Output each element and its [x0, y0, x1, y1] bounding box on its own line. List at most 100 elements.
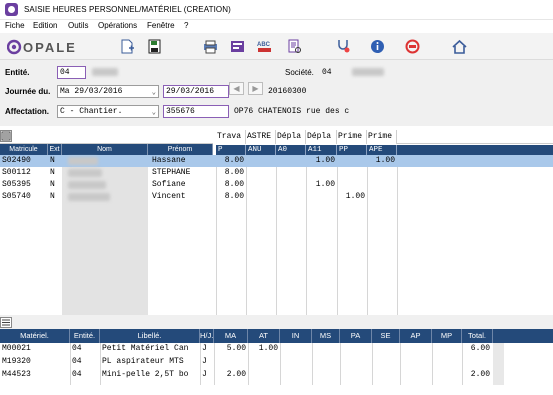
- societe-label: Société.: [285, 68, 314, 77]
- col-label-3[interactable]: Dépla: [276, 130, 306, 144]
- grid-line: [400, 343, 401, 385]
- header-form: Entité. 04 Société. 04 Journée du. Ma 29…: [0, 60, 553, 126]
- ext-cell: N: [50, 156, 55, 165]
- entite-field[interactable]: 04: [57, 66, 86, 79]
- save-icon[interactable]: [146, 38, 163, 55]
- journee-date-field[interactable]: 29/03/2016: [163, 85, 229, 98]
- material-col-3[interactable]: Libellé.: [100, 329, 200, 343]
- col-code-a11[interactable]: A11: [306, 145, 337, 155]
- menu-operations[interactable]: Opérations: [98, 21, 137, 30]
- grid-line: [280, 343, 281, 385]
- menu-fiche[interactable]: Fiche: [5, 21, 25, 30]
- journee-code: 20160300: [268, 87, 307, 96]
- ext-cell: N: [50, 192, 55, 201]
- activity-value-cell: 8.00: [224, 168, 244, 177]
- ext-cell: N: [50, 168, 55, 177]
- print-icon[interactable]: [202, 38, 219, 55]
- material-col-12[interactable]: MP: [432, 329, 462, 343]
- chevron-down-icon: ⌄: [151, 109, 156, 117]
- col-code-p[interactable]: P: [216, 145, 246, 155]
- activity-value-cell: 1.00: [315, 156, 335, 165]
- menu-edition[interactable]: Edition: [33, 21, 57, 30]
- materiel-cell: M00021: [2, 344, 31, 353]
- nom-redacted: [68, 169, 102, 177]
- matricule-cell: S00112: [2, 168, 31, 177]
- material-col-11[interactable]: AP: [400, 329, 432, 343]
- grid-line: [248, 343, 249, 385]
- material-col-13[interactable]: Total.: [462, 329, 493, 343]
- exit-icon[interactable]: [404, 38, 421, 55]
- col-code-ape[interactable]: APE: [367, 145, 397, 155]
- activity-value-cell: 1.00: [315, 180, 335, 189]
- document-search-icon[interactable]: [286, 38, 303, 55]
- grid-menu-icon[interactable]: [0, 130, 12, 142]
- affectation-description: OP76 CHATENOIS rue des c: [234, 107, 350, 116]
- material-col-5[interactable]: MA: [214, 329, 248, 343]
- entite-cell: 04: [72, 357, 82, 366]
- libelle-cell: Mini-pelle 2,5T bo: [102, 370, 189, 379]
- menu-outils[interactable]: Outils: [68, 21, 88, 30]
- grid-line: [214, 343, 215, 385]
- material-col-empty: [493, 329, 553, 343]
- affectation-label: Affectation.: [5, 107, 49, 116]
- col-label-5[interactable]: Prime: [337, 130, 367, 144]
- material-grid-menu-icon[interactable]: [0, 317, 12, 328]
- journee-select[interactable]: Ma 29/03/2016 ⌄: [57, 85, 159, 98]
- prenom-cell: Sofiane: [152, 180, 186, 189]
- col-label-2[interactable]: ASTRE: [246, 130, 276, 144]
- new-document-icon[interactable]: [119, 38, 136, 55]
- material-col-6[interactable]: AT: [248, 329, 280, 343]
- total-cell: 2.00: [470, 370, 490, 379]
- col-label-6[interactable]: Prime: [367, 130, 397, 144]
- grid-line: [312, 343, 313, 385]
- svg-text:ABC: ABC: [257, 42, 271, 48]
- hj-cell: J: [202, 370, 207, 379]
- grid-line: [462, 343, 463, 385]
- col-code-anu[interactable]: ANU: [246, 145, 276, 155]
- stethoscope-icon[interactable]: [335, 38, 352, 55]
- ma-cell: 5.00: [226, 344, 246, 353]
- material-col-9[interactable]: PA: [340, 329, 372, 343]
- affectation-code-field[interactable]: 355676: [163, 105, 229, 118]
- hj-cell: J: [202, 344, 207, 353]
- title-bar: SAISIE HEURES PERSONNEL/MATÉRIEL (CREATI…: [0, 0, 553, 20]
- card-list-icon[interactable]: [229, 38, 246, 55]
- activity-value-cell: 1.00: [345, 192, 365, 201]
- info-icon[interactable]: [369, 38, 386, 55]
- next-day-button[interactable]: ▶: [248, 82, 263, 95]
- grid-line: [340, 343, 341, 385]
- grid-line: [432, 343, 433, 385]
- col-code-pp[interactable]: PP: [337, 145, 367, 155]
- col-label-4[interactable]: Dépla: [306, 130, 337, 144]
- abc-text-icon[interactable]: ABC: [256, 38, 273, 55]
- hj-cell: J: [202, 357, 207, 366]
- libelle-cell: PL aspirateur MTS: [102, 357, 184, 366]
- material-col-4[interactable]: H/J.: [200, 329, 214, 343]
- matricule-cell: S05740: [2, 192, 31, 201]
- matricule-cell: S02490: [2, 156, 31, 165]
- previous-day-button[interactable]: ◀: [229, 82, 244, 95]
- col-label-1[interactable]: Trava: [216, 130, 246, 144]
- col-code-a0[interactable]: A0: [276, 145, 306, 155]
- material-col-2[interactable]: Entité.: [70, 329, 100, 343]
- prenom-cell: Hassane: [152, 156, 186, 165]
- home-icon[interactable]: [451, 38, 468, 55]
- activity-value-cell: 8.00: [224, 156, 244, 165]
- menu-bar: Fiche Edition Outils Opérations Fenêtre …: [0, 20, 553, 33]
- grid-line: [372, 343, 373, 385]
- material-col-7[interactable]: IN: [280, 329, 312, 343]
- affectation-select[interactable]: C - Chantier. ⌄: [57, 105, 159, 118]
- col-code-empty: [397, 145, 553, 155]
- menu-help[interactable]: ?: [184, 21, 188, 30]
- at-cell: 1.00: [258, 344, 278, 353]
- material-col-10[interactable]: SE: [372, 329, 400, 343]
- grid-line: [100, 343, 101, 385]
- nom-redacted: [68, 193, 110, 201]
- material-scrollbar[interactable]: [493, 343, 504, 385]
- window-title: SAISIE HEURES PERSONNEL/MATÉRIEL (CREATI…: [24, 5, 231, 14]
- opale-logo: OPALE: [7, 39, 75, 55]
- menu-fenetre[interactable]: Fenêtre: [147, 21, 175, 30]
- material-col-1[interactable]: Matériel.: [0, 329, 70, 343]
- materiel-cell: M19320: [2, 357, 31, 366]
- material-col-8[interactable]: MS: [312, 329, 340, 343]
